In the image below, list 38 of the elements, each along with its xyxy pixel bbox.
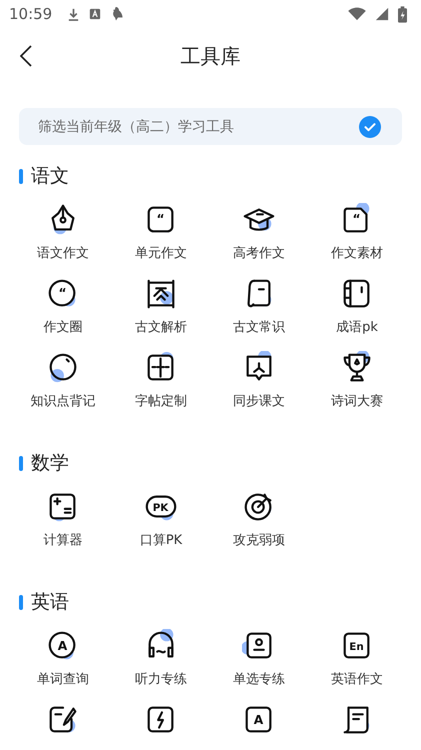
section-title: 语文 <box>31 164 69 189</box>
tool-button[interactable]: 语文作文 <box>14 203 112 262</box>
tool-button[interactable]: 单选专练 <box>210 629 308 688</box>
section-title: 英语 <box>31 590 69 615</box>
tool-button[interactable]: 计算器 <box>14 490 112 549</box>
signal-icon <box>375 7 389 21</box>
tool-button[interactable]: “ 作文素材 <box>308 203 406 262</box>
app-notification-icon <box>89 8 102 20</box>
tool-button[interactable]: 高考作文 <box>210 203 308 262</box>
tool-button[interactable]: 诗词大赛 <box>308 351 406 410</box>
tool-button[interactable]: A 单词查询 <box>14 629 112 688</box>
tool-button[interactable]: PK 口算PK <box>112 490 210 549</box>
tool-button[interactable]: “ 作文圈 <box>14 277 112 336</box>
back-button[interactable] <box>20 45 32 67</box>
tool-button[interactable]: 同步课文 <box>210 351 308 410</box>
grade-filter-bar[interactable]: 筛选当前年级（高二）学习工具 <box>19 108 402 145</box>
page-title: 工具库 <box>180 42 240 70</box>
tool-button[interactable]: “ 单元作文 <box>112 203 210 262</box>
tool-button[interactable]: 成语pk <box>308 277 406 336</box>
tool-button[interactable]: 字帖定制 <box>112 351 210 410</box>
tool-button[interactable]: 攻克弱项 <box>210 490 308 549</box>
section-marker <box>19 456 23 470</box>
wifi-icon <box>348 7 366 21</box>
filter-label: 筛选当前年级（高二）学习工具 <box>38 118 234 136</box>
section-title: 数学 <box>31 451 69 476</box>
tool-button[interactable]: 听力专练 <box>112 629 210 688</box>
battery-icon <box>398 6 407 22</box>
tool-button[interactable]: 古文解析 <box>112 277 210 336</box>
section-marker <box>19 594 23 610</box>
tool-button[interactable]: En 英语作文 <box>308 629 406 688</box>
status-time: 10:59 <box>9 5 52 23</box>
tool-button[interactable]: 古文常识 <box>210 277 308 336</box>
section-marker <box>19 168 23 184</box>
bird-icon <box>110 6 124 22</box>
download-icon <box>67 8 80 20</box>
tool-button[interactable]: A <box>210 703 308 737</box>
checked-checkbox-icon[interactable] <box>359 116 381 138</box>
tool-button[interactable]: 知识点背记 <box>14 351 112 410</box>
